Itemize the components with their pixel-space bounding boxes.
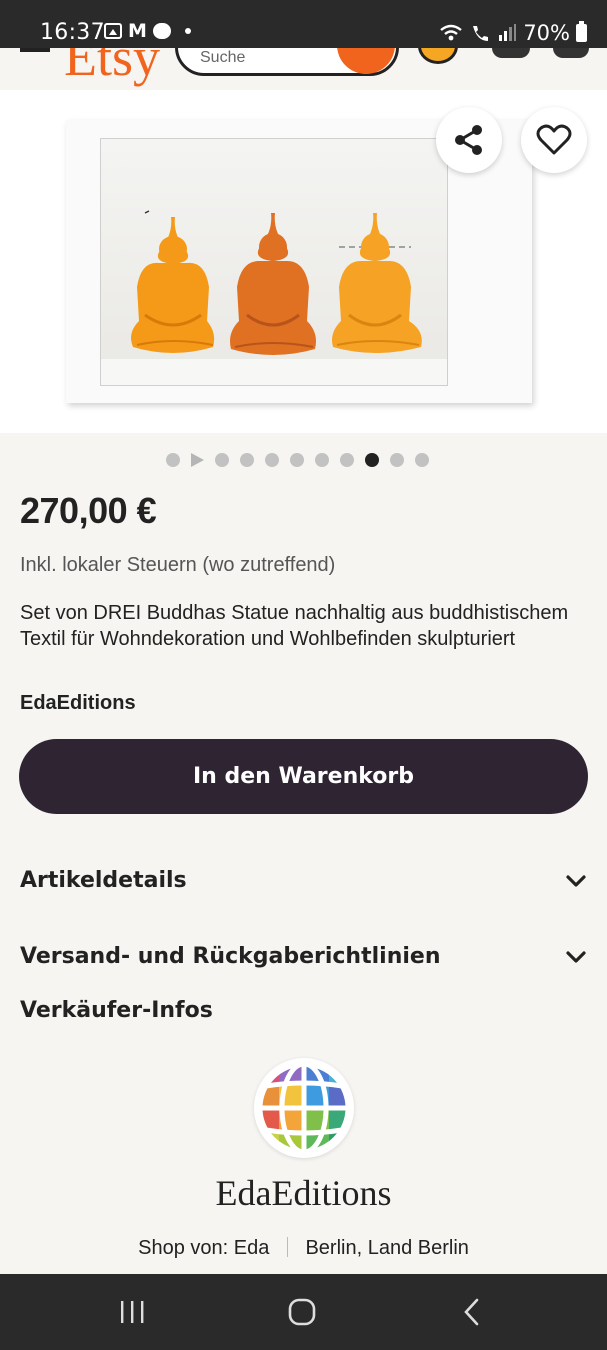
chat-notification-icon	[152, 23, 171, 39]
product-title: Set von DREI Buddhas Statue nachhaltig a…	[20, 602, 569, 650]
buddha-figures-photo	[100, 138, 448, 386]
status-time: 16:37	[40, 20, 105, 45]
cart-icon[interactable]	[553, 48, 589, 58]
search-placeholder: Suche	[200, 49, 246, 66]
wifi-calling-icon	[473, 26, 489, 41]
etsy-logo[interactable]: Etsy	[64, 48, 160, 88]
pagination-dot-active[interactable]	[365, 453, 379, 467]
recents-button[interactable]	[112, 1296, 152, 1328]
product-image-gallery[interactable]	[0, 90, 607, 433]
home-button[interactable]	[282, 1296, 322, 1328]
notification-icons: M	[104, 20, 191, 42]
product-price: 270,00 €	[20, 490, 157, 531]
more-notifications-icon	[184, 28, 191, 34]
section-label: Verkäufer-Infos	[20, 998, 213, 1023]
video-play-icon[interactable]	[191, 453, 204, 467]
system-icons: 70%	[439, 21, 587, 45]
pagination-dot[interactable]	[390, 453, 404, 467]
back-icon	[464, 1298, 479, 1326]
image-pagination	[0, 450, 607, 470]
shop-owner: Shop von: Eda	[138, 1237, 270, 1259]
tax-note: Inkl. lokaler Steuern (wo zutreffend)	[20, 554, 336, 576]
chevron-down-icon	[566, 951, 586, 963]
recents-icon	[121, 1301, 144, 1323]
pagination-dot[interactable]	[340, 453, 354, 467]
pagination-dot[interactable]	[315, 453, 329, 467]
pagination-dot[interactable]	[265, 453, 279, 467]
avatar[interactable]	[418, 48, 458, 64]
section-shipping-returns[interactable]: Versand- und Rückgaberichtlinien	[20, 944, 587, 969]
shop-link[interactable]: EdaEditions	[20, 692, 136, 715]
pagination-dot[interactable]	[415, 453, 429, 467]
gmail-notification-icon: M	[128, 20, 147, 42]
gallery-notification-icon	[104, 23, 122, 39]
chevron-down-icon	[566, 875, 586, 887]
pagination-dot[interactable]	[290, 453, 304, 467]
signal-icon	[499, 24, 517, 41]
shop-name[interactable]: EdaEditions	[0, 1172, 607, 1214]
shop-logo[interactable]	[254, 1058, 354, 1158]
section-seller-info-heading: Verkäufer-Infos	[20, 998, 587, 1023]
home-icon	[288, 1298, 316, 1326]
app-header: Etsy Suche	[0, 48, 607, 90]
menu-icon[interactable]	[20, 48, 50, 52]
battery-percent: 70%	[523, 21, 570, 45]
heart-icon	[536, 124, 572, 155]
wifi-icon	[440, 24, 463, 41]
pagination-dot[interactable]	[240, 453, 254, 467]
favorite-button[interactable]	[521, 107, 587, 173]
section-item-details[interactable]: Artikeldetails	[20, 868, 587, 893]
share-button[interactable]	[436, 107, 502, 173]
battery-icon	[576, 21, 587, 42]
back-button[interactable]	[452, 1296, 492, 1328]
pagination-dot[interactable]	[215, 453, 229, 467]
status-bar: 16:37 M 70%	[0, 0, 607, 48]
system-navigation-bar	[0, 1274, 607, 1350]
add-to-cart-button[interactable]: In den Warenkorb	[19, 739, 588, 814]
shop-location: Berlin, Land Berlin	[305, 1237, 469, 1259]
share-icon	[455, 125, 482, 155]
divider	[286, 1237, 288, 1257]
pagination-dot[interactable]	[166, 453, 180, 467]
favorites-icon[interactable]	[492, 48, 530, 58]
shop-meta: Shop von: Eda Berlin, Land Berlin	[0, 1237, 607, 1260]
section-label: Versand- und Rückgaberichtlinien	[20, 944, 441, 969]
section-label: Artikeldetails	[20, 868, 187, 893]
